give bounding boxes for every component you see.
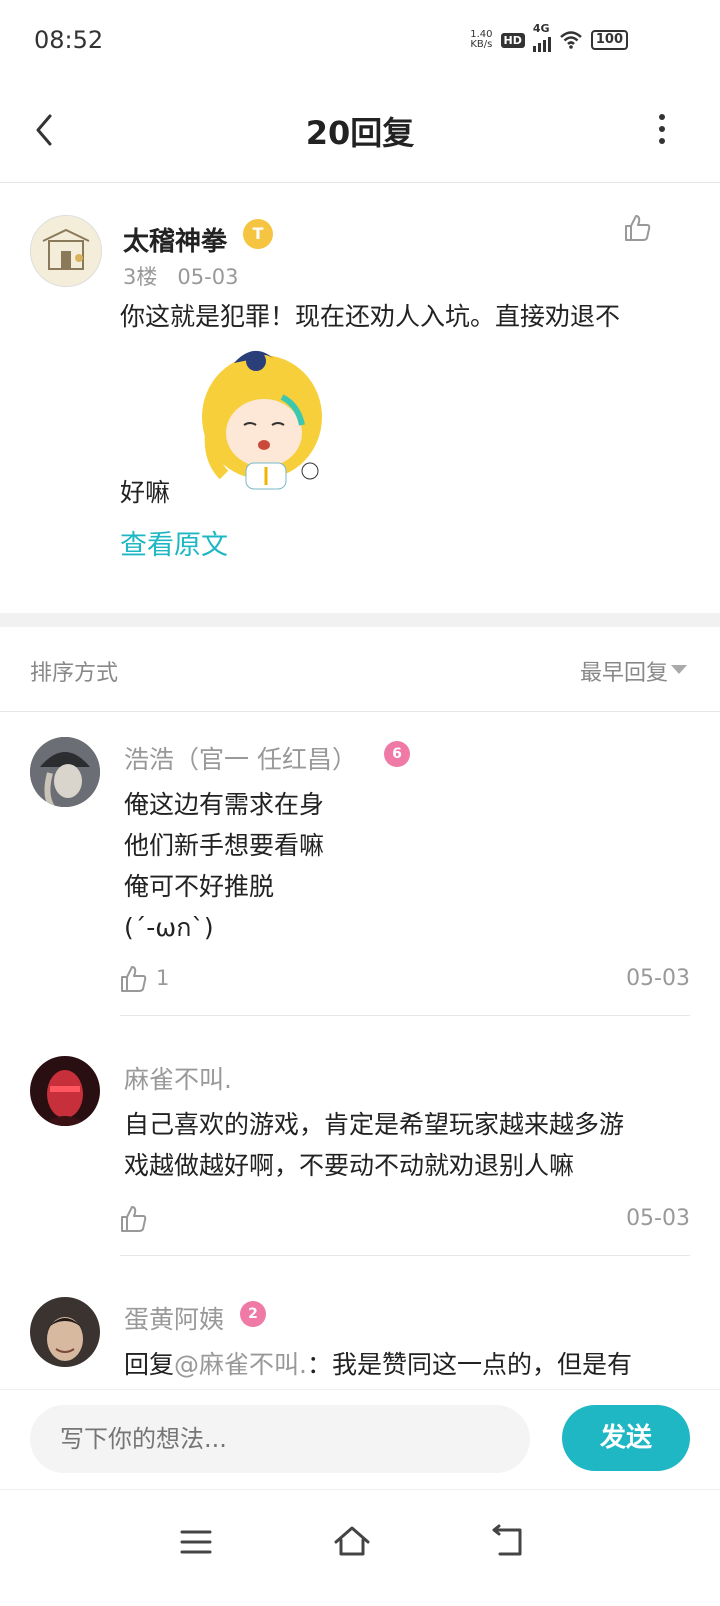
sticker-image: [202, 350, 322, 490]
mention-link[interactable]: @麻雀不叫.: [174, 1350, 307, 1379]
send-button[interactable]: 发送: [562, 1405, 690, 1471]
home-icon[interactable]: [332, 1522, 372, 1562]
thumbs-up-icon[interactable]: [622, 213, 652, 243]
reply-date: 05-03: [626, 1206, 690, 1231]
back-icon[interactable]: [488, 1522, 528, 1562]
reply-author[interactable]: 蛋黄阿姨: [124, 1300, 224, 1336]
reply-item: 麻雀不叫. 自己喜欢的游戏，肯定是希望玩家越来越多游 戏越做越好啊，不要动不动就…: [0, 1032, 720, 1258]
reply-text: 俺这边有需求在身 他们新手想要看嘛 俺可不好推脱 (´-ωก`): [124, 790, 325, 942]
view-original-link[interactable]: 查看原文: [120, 523, 228, 562]
thumbs-up-icon[interactable]: [118, 964, 148, 994]
reply-text: 回复@麻雀不叫.：我是赞同这一点的，但是有: [124, 1350, 632, 1379]
top-bar: 20回复: [0, 86, 720, 183]
caret-down-icon[interactable]: [671, 665, 687, 674]
reply-author[interactable]: 麻雀不叫.: [124, 1060, 232, 1096]
more-vertical-icon[interactable]: [656, 114, 668, 150]
avatar[interactable]: [30, 1297, 100, 1367]
avatar[interactable]: [30, 215, 102, 287]
level-badge: T: [243, 219, 273, 249]
hd-icon: HD: [500, 32, 525, 48]
menu-icon[interactable]: [176, 1522, 216, 1562]
status-time: 08:52: [34, 26, 104, 54]
post-meta: 3楼 05-03: [123, 261, 238, 291]
page-title: 20回复: [305, 114, 415, 152]
divider: [120, 1015, 690, 1016]
system-nav-bar: [0, 1489, 720, 1606]
level-badge: 6: [384, 741, 410, 767]
sort-dropdown[interactable]: 最早回复: [580, 655, 668, 687]
divider: [120, 1255, 690, 1256]
reply-item: 浩浩（官一 任红昌） 6 俺这边有需求在身 他们新手想要看嘛 俺可不好推脱 (´…: [0, 712, 720, 1018]
post-date: 05-03: [177, 265, 239, 289]
post-text-line2: 好嘛: [120, 478, 171, 507]
like-count: 1: [156, 966, 170, 990]
battery-icon: 100: [590, 30, 628, 50]
reply-date: 05-03: [626, 966, 690, 991]
sort-label: 排序方式: [30, 661, 119, 686]
status-bar: 08:52 1.40 KB/s HD 4G 100: [0, 0, 720, 86]
reply-item: 蛋黄阿姨 2 回复@麻雀不叫.：我是赞同这一点的，但是有: [0, 1272, 720, 1389]
avatar[interactable]: [30, 737, 100, 807]
post-author[interactable]: 太稽神拳: [123, 221, 227, 258]
section-divider: [0, 613, 720, 627]
net-speed: 1.40 KB/s: [470, 29, 493, 50]
reply-text: 自己喜欢的游戏，肯定是希望玩家越来越多游 戏越做越好啊，不要动不动就劝退别人嘛: [124, 1110, 625, 1180]
post-text-line1: 你这就是犯罪！现在还劝人入坑。直接劝退不: [120, 302, 621, 331]
main-post: 太稽神拳 T 3楼 05-03 你这就是犯罪！现在还劝人入坑。直接劝退不 好嘛 …: [0, 183, 720, 613]
post-floor: 3楼: [123, 265, 158, 289]
signal-icon: 4G: [532, 22, 551, 52]
wifi-icon: [560, 31, 582, 49]
thumbs-up-icon[interactable]: [118, 1204, 148, 1234]
status-icons: 1.40 KB/s HD 4G 100: [470, 22, 628, 52]
avatar[interactable]: [30, 1056, 100, 1126]
level-badge: 2: [240, 1301, 266, 1327]
comment-input[interactable]: [30, 1405, 530, 1473]
comment-bar: 发送: [0, 1389, 720, 1490]
reply-author[interactable]: 浩浩（官一 任红昌）: [124, 740, 357, 776]
sort-bar: 排序方式 最早回复: [0, 627, 720, 712]
